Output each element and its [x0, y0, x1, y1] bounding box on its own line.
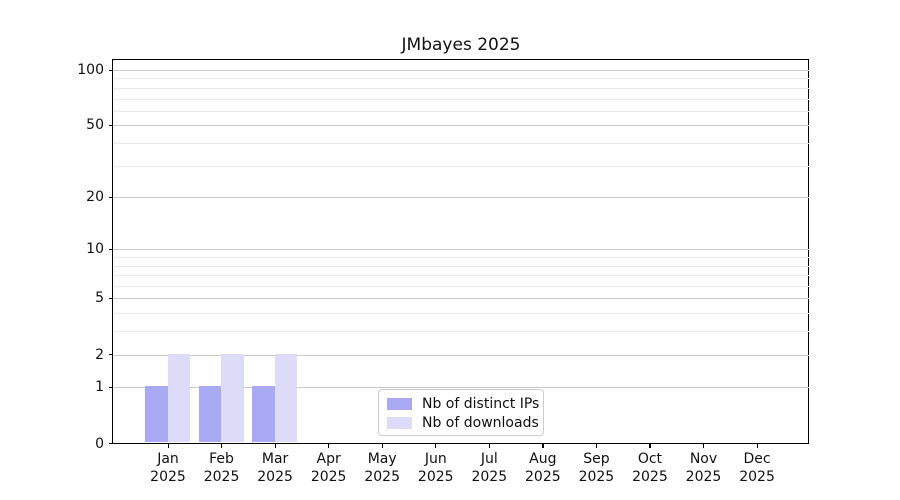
legend-item-downloads: Nb of downloads — [379, 413, 543, 432]
gridline-minor — [113, 286, 809, 288]
bar-downloads — [221, 353, 244, 443]
y-tick-label: 1 — [95, 379, 104, 396]
x-tick-mark — [167, 444, 169, 449]
gridline-major — [113, 354, 809, 356]
x-tick-mark — [703, 444, 705, 449]
y-tick-mark — [108, 196, 113, 198]
gridline-minor — [113, 110, 809, 112]
gridline-major — [113, 70, 809, 71]
gridline-minor — [113, 98, 809, 100]
y-tick-label: 100 — [77, 62, 104, 78]
bar-distinct-ips — [145, 386, 168, 443]
gridline-major — [113, 197, 809, 199]
gridline-minor — [113, 257, 809, 259]
x-tick-mark — [221, 444, 223, 449]
gridline-minor — [113, 78, 809, 80]
y-tick-label: 10 — [86, 241, 104, 258]
gridline-minor — [113, 331, 809, 333]
x-tick-mark — [488, 444, 490, 449]
y-tick-mark — [108, 124, 113, 126]
x-tick-mark — [328, 444, 330, 449]
x-tick-mark — [381, 444, 383, 449]
y-tick-label: 20 — [86, 189, 104, 206]
y-tick-label: 0 — [95, 435, 104, 452]
y-tick-mark — [108, 443, 113, 445]
gridline-major — [113, 249, 809, 251]
bar-distinct-ips — [252, 386, 275, 443]
gridline-minor — [113, 142, 809, 144]
legend-item-distinct-ips: Nb of distinct IPs — [379, 394, 543, 413]
y-tick-mark — [108, 354, 113, 356]
y-tick-mark — [108, 297, 113, 300]
chart-title: JMbayes 2025 — [401, 35, 521, 55]
legend-swatch-downloads — [387, 416, 412, 429]
y-tick-mark — [108, 69, 113, 71]
x-tick-mark — [274, 444, 276, 449]
chart-figure: JMbayes 2025 Nb of distinct IPs Nb of do… — [0, 0, 900, 500]
gridline-minor — [113, 265, 809, 267]
gridline-major — [113, 125, 809, 127]
gridline-minor — [113, 275, 809, 277]
legend-label-distinct-ips: Nb of distinct IPs — [422, 395, 540, 412]
bar-downloads — [274, 353, 298, 443]
y-tick-label: 50 — [86, 117, 104, 134]
legend: Nb of distinct IPs Nb of downloads — [378, 389, 544, 436]
x-tick-mark — [435, 444, 437, 449]
y-tick-label: 2 — [95, 346, 104, 363]
x-tick-label: Dec 2025 — [739, 450, 775, 485]
gridline-major — [113, 298, 809, 300]
y-tick-mark — [108, 248, 113, 251]
x-tick-mark — [542, 444, 544, 449]
x-tick-mark — [595, 444, 598, 449]
y-tick-mark — [108, 386, 113, 389]
y-tick-label: 5 — [95, 290, 104, 307]
gridline-minor — [113, 313, 809, 315]
gridline-minor — [113, 165, 809, 167]
gridline-minor — [113, 87, 809, 89]
bar-downloads — [167, 353, 191, 443]
x-tick-mark — [649, 444, 651, 449]
legend-swatch-distinct-ips — [387, 397, 412, 410]
legend-label-downloads: Nb of downloads — [422, 414, 539, 431]
bar-distinct-ips — [198, 386, 222, 443]
x-tick-mark — [756, 444, 758, 449]
